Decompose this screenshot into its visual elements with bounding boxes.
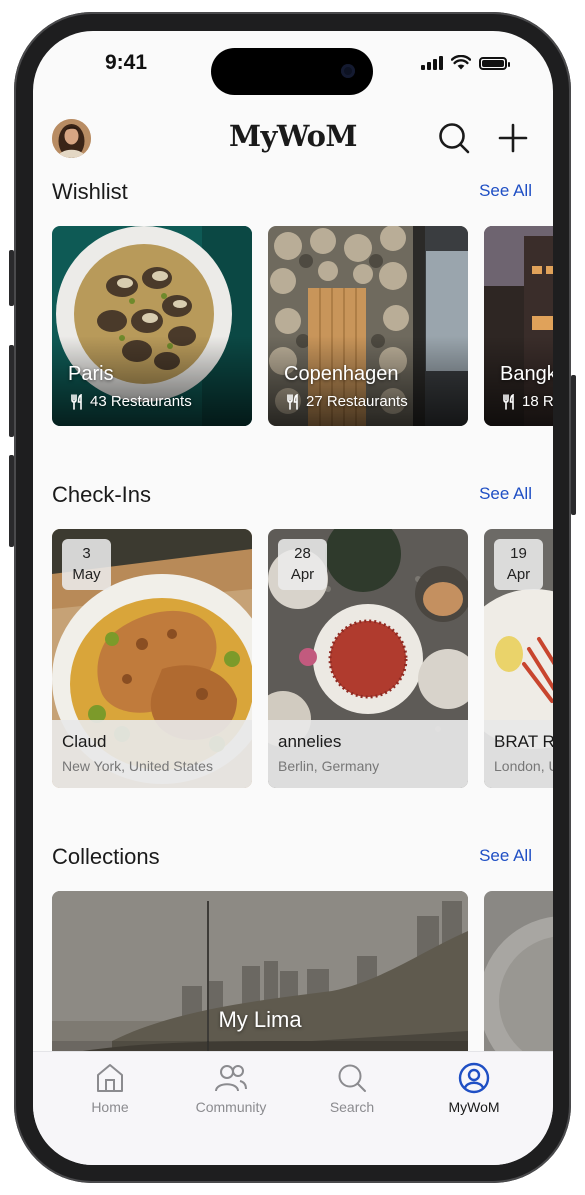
wishlist-card-count-text: 18 Restaurants	[522, 393, 553, 410]
tab-label: Home	[91, 1099, 129, 1115]
checkin-day: 19	[510, 545, 527, 562]
wishlist-card-count: 18 Restaurants	[502, 393, 553, 410]
status-icons	[421, 55, 510, 70]
wishlist-card-count-text: 27 Restaurants	[306, 393, 408, 410]
checkin-date-badge: 3 May	[62, 539, 111, 590]
checkin-day: 3	[82, 545, 91, 562]
dynamic-island	[211, 48, 373, 95]
checkin-restaurant-name: BRAT Restaurant	[494, 732, 553, 751]
collections-see-all-link[interactable]: See All	[479, 846, 532, 866]
wishlist-card-city: Copenhagen	[284, 363, 399, 385]
collection-name: My Lima	[218, 1007, 302, 1032]
add-icon[interactable]	[498, 123, 528, 153]
tab-label: Community	[195, 1099, 267, 1115]
checkin-month: Apr	[506, 566, 531, 583]
search-icon[interactable]	[437, 121, 471, 155]
checkin-day: 28	[294, 545, 311, 562]
wishlist-see-all-link[interactable]: See All	[479, 181, 532, 201]
action-button	[9, 250, 14, 306]
checkins-see-all-link[interactable]: See All	[479, 484, 532, 504]
tab-community[interactable]: Community	[181, 1052, 281, 1115]
wifi-icon	[451, 55, 471, 70]
checkin-card-brat[interactable]: 19 Apr BRAT Restaurant London, United Ki…	[484, 529, 553, 788]
status-time: 9:41	[105, 51, 148, 74]
wishlist-card-city: Paris	[68, 363, 114, 385]
checkin-location: New York, United States	[62, 758, 213, 774]
volume-up-button	[9, 345, 14, 437]
checkin-date-badge: 28 Apr	[278, 539, 327, 590]
home-icon	[97, 1064, 123, 1092]
wishlist-card-count: 43 Restaurants	[70, 393, 192, 410]
checkin-label: BRAT Restaurant London, United Kingdom	[484, 720, 553, 788]
battery-icon	[479, 57, 510, 70]
checkin-label: annelies Berlin, Germany	[268, 720, 468, 788]
signal-icon	[421, 56, 443, 70]
checkin-location: London, United Kingdom	[494, 758, 553, 774]
wishlist-card-copenhagen[interactable]: Copenhagen 27 Restaurants	[268, 226, 468, 426]
wishlist-title: Wishlist	[52, 179, 128, 204]
wishlist-card-paris[interactable]: Paris 43 Restaurants	[52, 226, 252, 426]
checkin-restaurant-name: annelies	[278, 732, 342, 751]
checkin-date-badge: 19 Apr	[494, 539, 543, 590]
tab-search[interactable]: Search	[302, 1052, 402, 1115]
tab-label: MyWoM	[448, 1099, 500, 1115]
cutlery-icon	[71, 393, 82, 410]
wishlist-card-bangkok[interactable]: Bangkok 18 Restaurants	[484, 226, 553, 426]
tab-label: Search	[329, 1099, 375, 1115]
checkin-card-annelies[interactable]: 28 Apr annelies Berlin, Germany	[268, 529, 468, 788]
checkins-title: Check-Ins	[52, 482, 152, 507]
profile-icon	[458, 1062, 490, 1094]
community-icon	[215, 1065, 247, 1092]
app-logo: MyWoM	[228, 119, 358, 153]
search-icon	[338, 1064, 366, 1092]
power-button	[571, 375, 576, 515]
tab-bar: Home Community Search MyWoM	[33, 1051, 553, 1165]
checkin-location: Berlin, Germany	[278, 758, 380, 774]
checkin-card-claud[interactable]: 3 May Claud New York, United States	[52, 529, 252, 788]
tab-home[interactable]: Home	[60, 1052, 160, 1115]
cutlery-icon	[503, 393, 514, 410]
cutlery-icon	[287, 393, 298, 410]
screen: 9:41 MyWoM Wishlist See All Paris 43 Res…	[33, 31, 553, 1165]
checkin-restaurant-name: Claud	[62, 732, 107, 751]
wishlist-card-city: Bangkok	[500, 363, 553, 385]
volume-down-button	[9, 455, 14, 547]
wishlist-card-count-text: 43 Restaurants	[90, 393, 192, 410]
tab-mywom[interactable]: MyWoM	[424, 1052, 524, 1115]
wishlist-card-count: 27 Restaurants	[286, 393, 408, 410]
checkin-label: Claud New York, United States	[52, 720, 252, 788]
checkin-month: Apr	[290, 566, 315, 583]
collections-title: Collections	[52, 844, 160, 869]
checkin-month: May	[72, 566, 101, 583]
camera-icon	[341, 64, 355, 78]
